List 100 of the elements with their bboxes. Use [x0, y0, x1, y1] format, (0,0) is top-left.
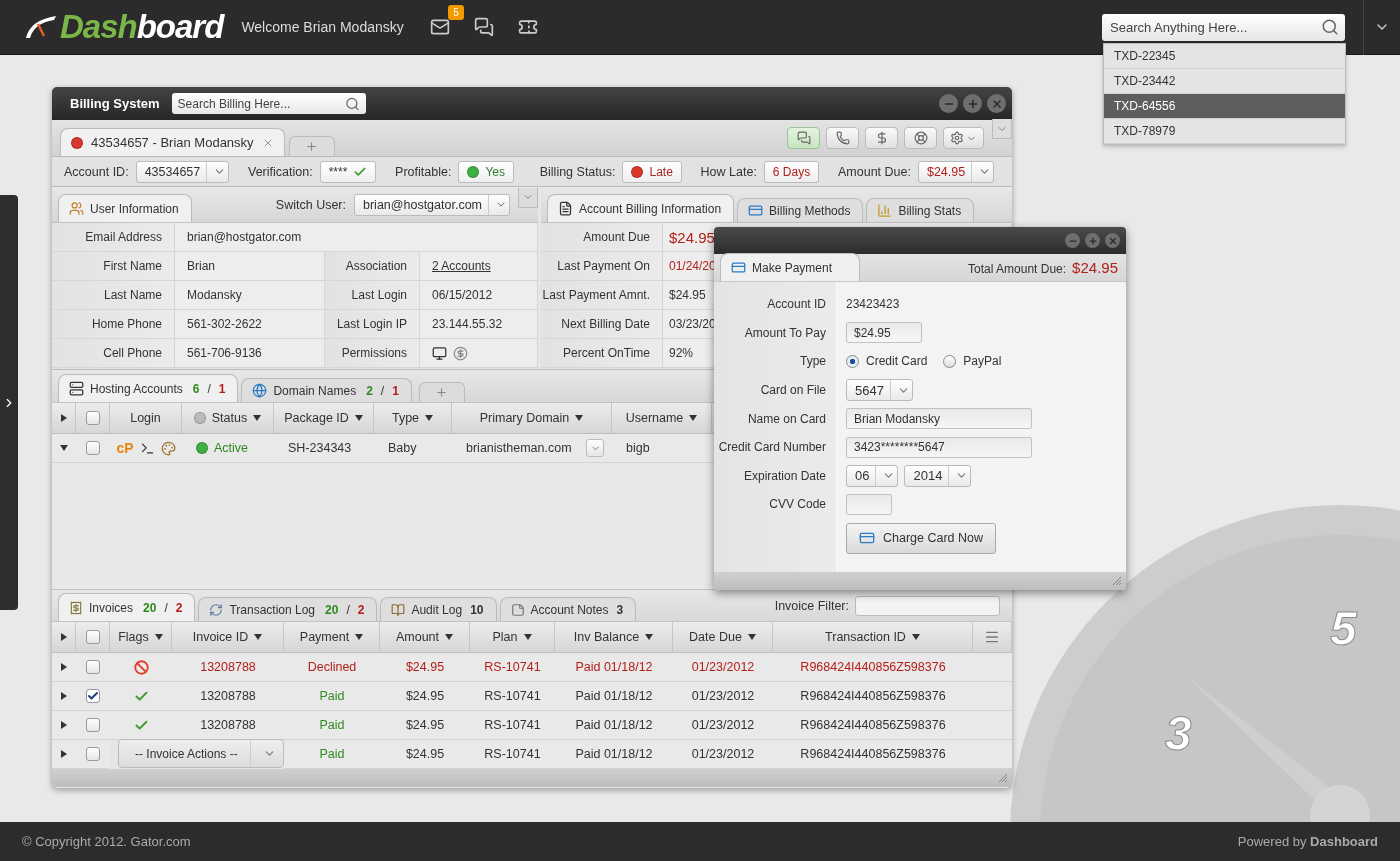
- expand-icon: [60, 633, 67, 641]
- value-select[interactable]: 43534657: [135, 160, 230, 183]
- checkbox[interactable]: [86, 660, 100, 674]
- column-header[interactable]: Invoice ID: [172, 622, 284, 653]
- toolbar-button[interactable]: [787, 127, 820, 149]
- column-header[interactable]: Status: [182, 403, 274, 434]
- checkbox[interactable]: [86, 441, 100, 455]
- customer-tab[interactable]: 43534657 - Brian Modansky: [60, 128, 285, 156]
- column-header[interactable]: Package ID: [274, 403, 374, 434]
- checkbox[interactable]: [85, 630, 100, 644]
- logo-text: Dashboard: [60, 8, 224, 46]
- search-field[interactable]: Search Anything Here...: [1102, 13, 1345, 41]
- column-header[interactable]: Payment: [284, 622, 380, 653]
- section-tab[interactable]: User Information: [58, 194, 192, 222]
- side-panel-toggle[interactable]: [0, 195, 18, 610]
- column-header[interactable]: Username: [612, 403, 712, 434]
- column-header[interactable]: Transaction ID: [773, 622, 973, 653]
- cvv-field[interactable]: [846, 493, 892, 515]
- field-value: 561-302-2622: [175, 310, 325, 339]
- section-tab[interactable]: Audit Log 10: [380, 597, 497, 621]
- filter-field[interactable]: [855, 595, 1000, 616]
- toolbar-button[interactable]: [865, 127, 898, 149]
- text-field[interactable]: 3423********5647: [846, 436, 1032, 458]
- close-button[interactable]: [987, 94, 1006, 113]
- field-label: Last Login IP: [325, 310, 420, 339]
- menu-icon[interactable]: [984, 629, 1000, 645]
- column-header[interactable]: Inv Balance: [555, 622, 673, 653]
- search-result[interactable]: TXD-22345: [1104, 44, 1345, 69]
- dropdown-button[interactable]: [586, 439, 604, 457]
- value-select[interactable]: 06: [846, 464, 899, 487]
- checkbox[interactable]: [86, 689, 100, 703]
- resize-grip-icon[interactable]: [998, 773, 1008, 783]
- receipt-icon: [69, 600, 83, 615]
- value-select[interactable]: 5647: [846, 379, 913, 402]
- radio-option[interactable]: Credit Card: [846, 354, 928, 369]
- invoice-actions-select[interactable]: -- Invoice Actions --: [118, 739, 284, 768]
- minimize-button[interactable]: [1065, 233, 1080, 248]
- close-button[interactable]: [1105, 233, 1120, 248]
- column-header[interactable]: Amount: [380, 622, 470, 653]
- section-tab[interactable]: Billing Methods: [737, 198, 864, 222]
- radio-button[interactable]: [943, 355, 957, 368]
- column-header[interactable]: Plan: [470, 622, 555, 653]
- gauge-logo-icon: [24, 14, 58, 40]
- column-header[interactable]: Flags: [110, 622, 172, 653]
- expand-icon[interactable]: [60, 445, 68, 451]
- section-tab[interactable]: Make Payment: [720, 253, 860, 281]
- radio-button[interactable]: [846, 355, 859, 368]
- checkbox[interactable]: [86, 718, 100, 732]
- user-select[interactable]: brian@hostgator.com: [354, 193, 510, 216]
- section-tab[interactable]: Domain Names 2 / 1: [241, 378, 412, 402]
- toolbar-button[interactable]: [826, 127, 859, 149]
- search-result[interactable]: TXD-78979: [1104, 119, 1345, 144]
- value-select[interactable]: $24.95: [917, 160, 995, 183]
- resize-grip-icon[interactable]: [1112, 576, 1122, 586]
- maximize-button[interactable]: [963, 94, 982, 113]
- charge-button[interactable]: Charge Card Now: [846, 522, 997, 554]
- toolbar-button[interactable]: [904, 127, 937, 149]
- radio-option[interactable]: PayPal: [943, 354, 1002, 369]
- field-label: Account ID:: [64, 164, 129, 179]
- toolbar-button[interactable]: [943, 127, 984, 149]
- text-field[interactable]: Brian Modansky: [846, 408, 1032, 430]
- phone-icon: [835, 131, 850, 145]
- section-tab[interactable]: Account Billing Information: [547, 194, 735, 222]
- terminal-icon[interactable]: [139, 440, 155, 456]
- lifebuoy-icon: [913, 131, 928, 145]
- column-header[interactable]: Login: [110, 403, 182, 434]
- billing-search-field[interactable]: Search Billing Here...: [171, 93, 366, 114]
- section-tab[interactable]: Billing Stats: [866, 198, 975, 222]
- checkbox[interactable]: [86, 747, 100, 761]
- palette-icon[interactable]: [160, 440, 176, 456]
- expand-icon[interactable]: [61, 721, 67, 729]
- section-tab[interactable]: Transaction Log 20 / 2: [198, 597, 378, 621]
- collapse-button[interactable]: [518, 187, 538, 208]
- checkbox[interactable]: [85, 411, 100, 425]
- expand-icon: [60, 414, 67, 422]
- minimize-button[interactable]: [939, 94, 958, 113]
- status-text: Late: [649, 164, 673, 179]
- section-tab[interactable]: Hosting Accounts 6 / 1: [58, 374, 239, 402]
- search-result[interactable]: TXD-64556: [1104, 94, 1345, 119]
- declined-icon: [133, 659, 149, 675]
- expand-icon[interactable]: [61, 750, 67, 758]
- field-value: brian@hostgator.com: [175, 223, 538, 252]
- amount-field[interactable]: $24.95: [846, 322, 922, 344]
- column-header[interactable]: Type: [374, 403, 452, 434]
- column-header[interactable]: Primary Domain: [452, 403, 612, 434]
- expand-icon[interactable]: [61, 692, 67, 700]
- expand-icon[interactable]: [61, 663, 67, 671]
- users-icon: [69, 201, 84, 216]
- copyright-text: © Copyright 2012. Gator.com: [22, 834, 191, 849]
- sort-icon: [575, 415, 584, 421]
- chat-icon: [473, 17, 494, 37]
- column-header[interactable]: Date Due: [673, 622, 773, 653]
- maximize-button[interactable]: [1085, 233, 1100, 248]
- section-tab[interactable]: Account Notes 3: [499, 597, 637, 621]
- field-label: Last Name: [52, 281, 175, 310]
- sort-icon: [354, 415, 363, 421]
- value-select[interactable]: 2014: [904, 464, 972, 487]
- section-tab[interactable]: Invoices 20 / 2: [58, 593, 196, 621]
- close-icon: [990, 97, 1003, 110]
- dollar-icon: [453, 345, 468, 361]
